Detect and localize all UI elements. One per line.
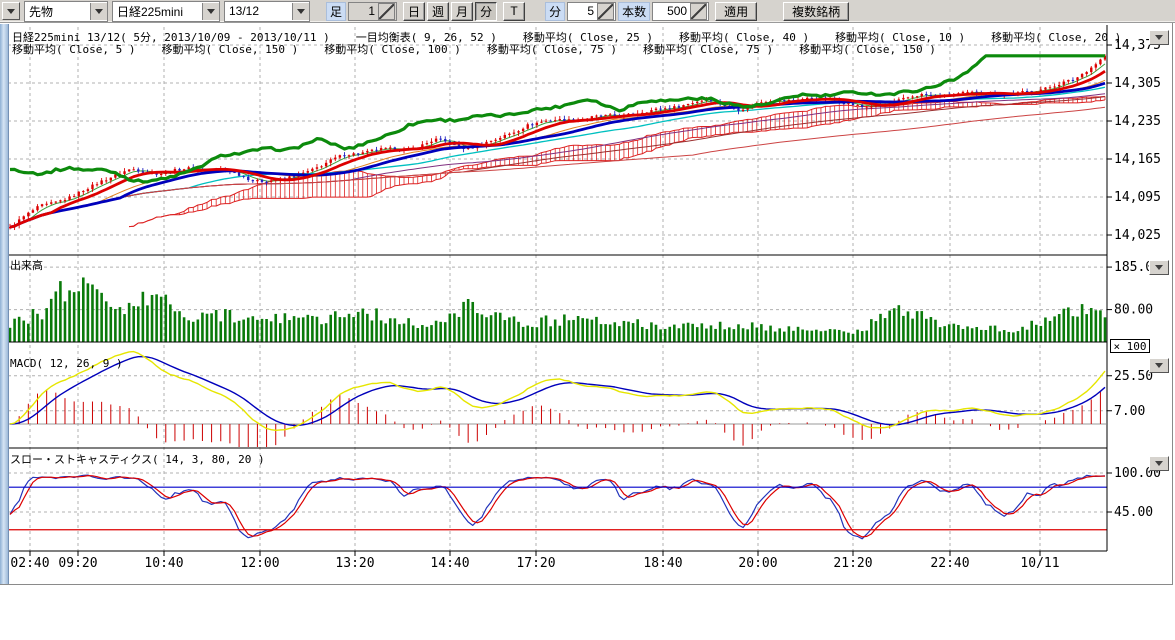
time-tick-label: 22:40 xyxy=(930,556,969,571)
combo-dropdown-button[interactable] xyxy=(292,3,309,20)
spinner-icon[interactable] xyxy=(597,3,614,20)
bar-count-label: 本数 xyxy=(618,2,650,21)
stoch-level-lines xyxy=(8,487,1107,530)
spinner-icon[interactable] xyxy=(690,3,707,20)
volume-tick-label: 80.00 xyxy=(1114,303,1153,318)
contract-combo-value: 13/12 xyxy=(225,4,292,18)
chevron-down-icon xyxy=(1155,461,1163,470)
toolbar: 先物 日経225mini 13/12 足 1 日 週 月 分 T 分 5 本数 … xyxy=(0,0,1175,23)
legend-item-ma150: 移動平均( Close, 150 ) xyxy=(161,41,298,57)
minute-unit-label: 分 xyxy=(545,2,565,21)
minute-value-spinner[interactable]: 5 xyxy=(567,2,616,21)
price-tick-label: 14,165 xyxy=(1114,152,1161,167)
legend-item-ma20: 移動平均( Close, 20 ) xyxy=(991,29,1121,45)
volume-bars-layer xyxy=(9,277,1107,342)
ma-line-10-thick xyxy=(10,71,1105,227)
period-week-button[interactable]: 週 xyxy=(427,2,449,21)
time-tick-label: 13:20 xyxy=(335,556,374,571)
chevron-down-icon xyxy=(207,9,215,18)
time-tick-label: 02:40 xyxy=(10,556,49,571)
stoch-tick-label: 45.00 xyxy=(1114,505,1153,520)
time-tick-label: 20:00 xyxy=(738,556,777,571)
volume-panel-title: 出来高 xyxy=(10,257,43,273)
macd-tick-label: 7.00 xyxy=(1114,404,1145,419)
chevron-down-icon xyxy=(1155,363,1163,372)
combo-dropdown-button[interactable] xyxy=(90,3,107,20)
spinner-icon[interactable] xyxy=(378,3,395,20)
toolbar-collapse-button[interactable] xyxy=(2,2,20,20)
legend-item-ma100: 移動平均( Close, 100 ) xyxy=(324,41,461,57)
market-combo-value: 先物 xyxy=(25,3,90,20)
period-tick-button[interactable]: T xyxy=(503,2,525,21)
ma-line-100 xyxy=(10,97,1105,228)
volume-multiplier-badge: × 100 xyxy=(1110,339,1150,353)
time-tick-label: 10/11 xyxy=(1020,556,1059,571)
macd-panel-title: MACD( 12, 26, 9 ) xyxy=(10,357,123,370)
bar-count-spinner[interactable]: 500 xyxy=(652,2,709,21)
price-panel-layer xyxy=(9,54,1106,230)
time-tick-label: 10:40 xyxy=(144,556,183,571)
price-tick-label: 14,025 xyxy=(1114,228,1161,243)
period-month-button[interactable]: 月 xyxy=(451,2,473,21)
ma-line-5 xyxy=(10,64,1105,227)
contract-month-combo[interactable]: 13/12 xyxy=(224,1,310,22)
chevron-down-icon xyxy=(1155,265,1163,274)
market-combo[interactable]: 先物 xyxy=(24,1,108,22)
left-splitter[interactable] xyxy=(0,24,9,584)
price-tick-label: 14,235 xyxy=(1114,114,1161,129)
chevron-down-icon xyxy=(95,9,103,18)
minute-value: 5 xyxy=(568,4,596,18)
price-tick-label: 14,305 xyxy=(1114,76,1161,91)
chevron-down-icon xyxy=(1155,35,1163,44)
apply-button[interactable]: 適用 xyxy=(715,2,757,21)
volume-axis-menu-button[interactable] xyxy=(1149,260,1169,275)
period-minute-button[interactable]: 分 xyxy=(475,2,497,21)
price-axis-menu-button[interactable] xyxy=(1149,30,1169,45)
stoch-panel-title: スロー・ストキャスティクス( 14, 3, 80, 20 ) xyxy=(10,451,265,467)
bar-interval-value: 1 xyxy=(349,4,377,18)
chevron-down-icon xyxy=(7,9,15,18)
time-tick-label: 21:20 xyxy=(833,556,872,571)
time-tick-label: 18:40 xyxy=(643,556,682,571)
legend-item-ma75b: 移動平均( Close, 75 ) xyxy=(643,41,773,57)
ma-line-25-thick xyxy=(10,83,1105,227)
ichimoku-lagging-span xyxy=(10,56,1105,182)
multi-symbol-button[interactable]: 複数銘柄 xyxy=(783,2,849,21)
bar-interval-spinner[interactable]: 1 xyxy=(348,2,397,21)
time-tick-label: 17:20 xyxy=(516,556,555,571)
macd-tick-label: 25.50 xyxy=(1114,369,1153,384)
legend-row-2: 移動平均( Close, 5 ) 移動平均( Close, 150 ) 移動平均… xyxy=(12,41,936,57)
time-tick-label: 09:20 xyxy=(58,556,97,571)
price-tick-label: 14,095 xyxy=(1114,190,1161,205)
symbol-combo[interactable]: 日経225mini xyxy=(112,1,220,22)
time-tick-label: 12:00 xyxy=(240,556,279,571)
period-day-button[interactable]: 日 xyxy=(403,2,425,21)
chart-window: 先物 日経225mini 13/12 足 1 日 週 月 分 T 分 5 本数 … xyxy=(0,0,1175,640)
chevron-down-icon xyxy=(297,9,305,18)
legend-item-ma5: 移動平均( Close, 5 ) xyxy=(12,41,135,57)
candles-layer xyxy=(9,54,1106,230)
bar-count-value: 500 xyxy=(653,4,689,18)
bar-type-label: 足 xyxy=(326,2,346,21)
stoch-axis-menu-button[interactable] xyxy=(1149,456,1169,471)
time-tick-label: 14:40 xyxy=(430,556,469,571)
legend-item-ma75: 移動平均( Close, 75 ) xyxy=(487,41,617,57)
combo-dropdown-button[interactable] xyxy=(202,3,219,20)
legend-item-ma150b: 移動平均( Close, 150 ) xyxy=(799,41,936,57)
symbol-combo-value: 日経225mini xyxy=(113,3,202,20)
macd-layer xyxy=(8,352,1107,455)
chart-canvas[interactable]: 14,37514,30514,23514,16514,09514,025185.… xyxy=(0,0,1175,640)
macd-axis-menu-button[interactable] xyxy=(1149,358,1169,373)
